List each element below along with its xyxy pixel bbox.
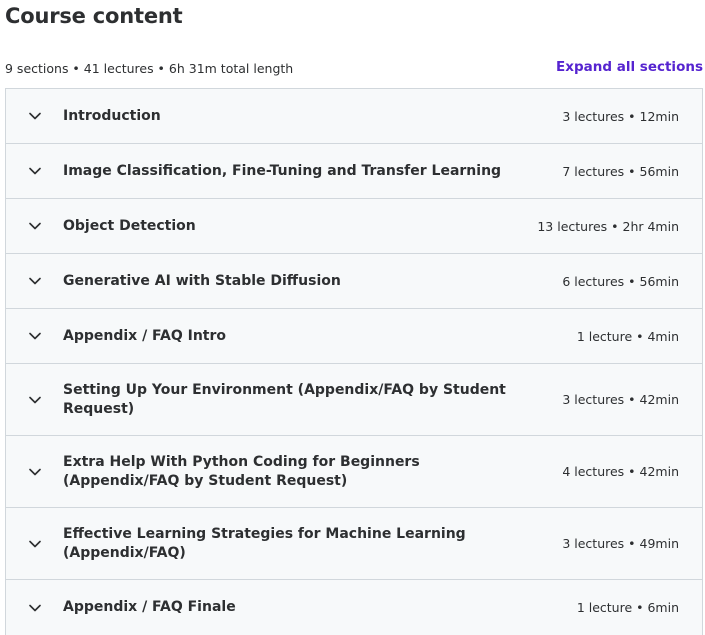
section-title: Object Detection xyxy=(63,217,196,234)
chevron-down-icon xyxy=(6,222,63,230)
page-title: Course content xyxy=(5,4,183,28)
chevron-down-icon xyxy=(6,112,63,120)
section-title: Introduction xyxy=(63,107,161,124)
section-title: Image Classification, Fine-Tuning and Tr… xyxy=(63,162,502,179)
section-meta: 4 lectures • 42min xyxy=(562,464,679,479)
chevron-down-icon xyxy=(6,332,63,340)
section-meta: 13 lectures • 2hr 4min xyxy=(537,218,679,234)
expand-all-sections-button[interactable]: Expand all sections xyxy=(556,59,703,75)
chevron-down-icon xyxy=(6,604,63,612)
section-meta: 3 lectures • 12min xyxy=(562,108,679,124)
section-title: Effective Learning Strategies for Machin… xyxy=(63,525,466,561)
section-title: Extra Help With Python Coding for Beginn… xyxy=(63,453,420,489)
section-header[interactable]: Appendix / FAQ Finale 1 lecture • 6min xyxy=(6,580,702,635)
chevron-down-icon xyxy=(6,540,63,548)
section-header[interactable]: Effective Learning Strategies for Machin… xyxy=(6,508,702,580)
section-title: Setting Up Your Environment (Appendix/FA… xyxy=(63,381,506,417)
chevron-down-icon xyxy=(6,396,63,404)
section-header[interactable]: Image Classification, Fine-Tuning and Tr… xyxy=(6,144,702,199)
section-meta: 6 lectures • 56min xyxy=(562,273,679,289)
course-content-panel: Course content 9 sections • 41 lectures … xyxy=(0,0,705,635)
section-title: Appendix / FAQ Finale xyxy=(63,599,236,615)
section-header[interactable]: Appendix / FAQ Intro 1 lecture • 4min xyxy=(6,309,702,364)
section-meta: 1 lecture • 6min xyxy=(576,600,679,615)
chevron-down-icon xyxy=(6,468,63,476)
section-title: Generative AI with Stable Diffusion xyxy=(63,272,341,289)
section-header[interactable]: Introduction 3 lectures • 12min xyxy=(6,89,702,144)
section-header[interactable]: Extra Help With Python Coding for Beginn… xyxy=(6,436,702,508)
chevron-down-icon xyxy=(6,167,63,175)
section-meta: 3 lectures • 49min xyxy=(562,536,679,551)
section-header[interactable]: Generative AI with Stable Diffusion 6 le… xyxy=(6,254,702,309)
chevron-down-icon xyxy=(6,277,63,285)
section-meta: 1 lecture • 4min xyxy=(576,328,679,344)
section-meta: 3 lectures • 42min xyxy=(562,392,679,407)
sections-list: Introduction 3 lectures • 12min Image Cl… xyxy=(5,88,703,635)
section-meta: 7 lectures • 56min xyxy=(562,163,679,179)
section-header[interactable]: Object Detection 13 lectures • 2hr 4min xyxy=(6,199,702,254)
course-summary: 9 sections • 41 lectures • 6h 31m total … xyxy=(5,61,294,76)
section-header[interactable]: Setting Up Your Environment (Appendix/FA… xyxy=(6,364,702,436)
section-title: Appendix / FAQ Intro xyxy=(63,327,227,344)
